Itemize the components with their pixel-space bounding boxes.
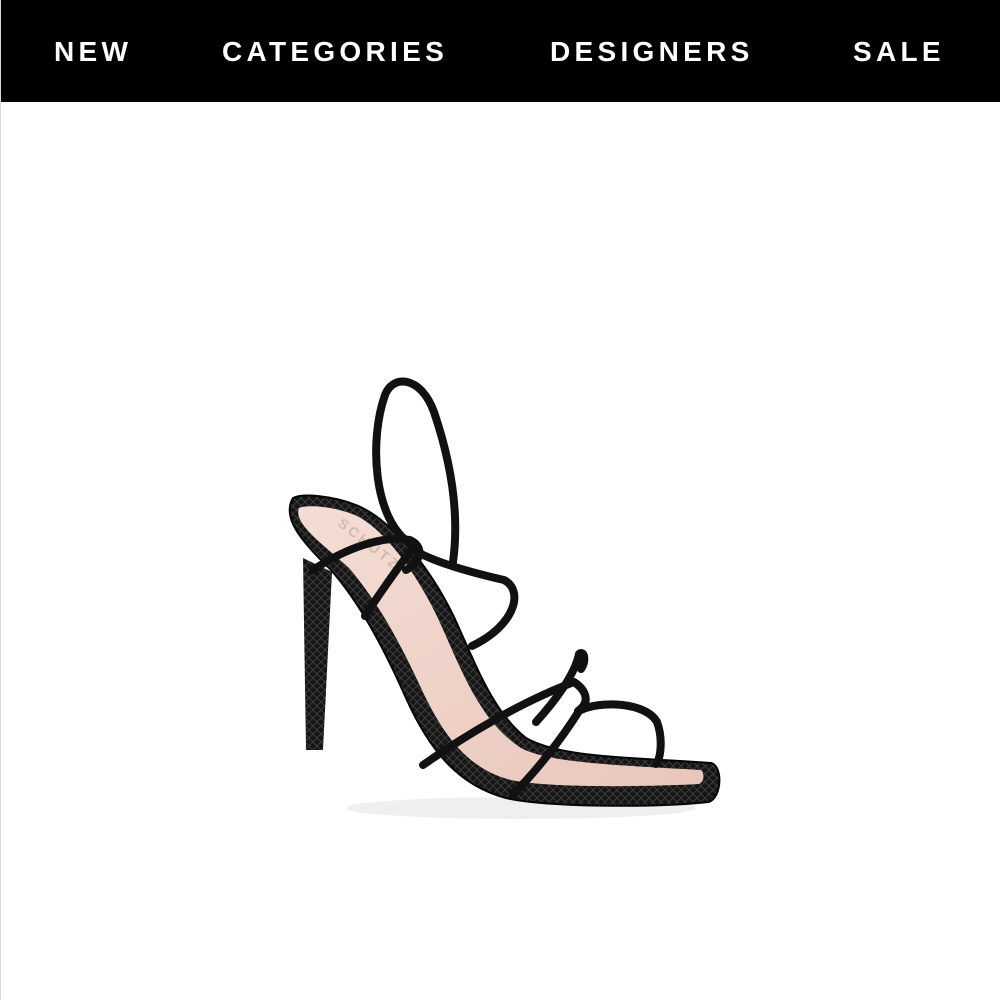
nav-designers-link[interactable]: DESIGNERS: [550, 34, 754, 70]
product-image-area: SCHUTZ: [1, 102, 1000, 1000]
nav-sale-link[interactable]: SALE: [853, 34, 945, 70]
product-image[interactable]: SCHUTZ: [271, 320, 741, 880]
product-page: NEW CATEGORIES DESIGNERS SALE SCHUTZ: [0, 0, 1000, 1000]
sandal-image: SCHUTZ: [288, 377, 721, 819]
top-navigation: NEW CATEGORIES DESIGNERS SALE: [1, 0, 1000, 102]
heel: [303, 558, 332, 750]
nav-categories-link[interactable]: CATEGORIES: [222, 34, 448, 70]
nav-new-link[interactable]: NEW: [54, 34, 132, 70]
